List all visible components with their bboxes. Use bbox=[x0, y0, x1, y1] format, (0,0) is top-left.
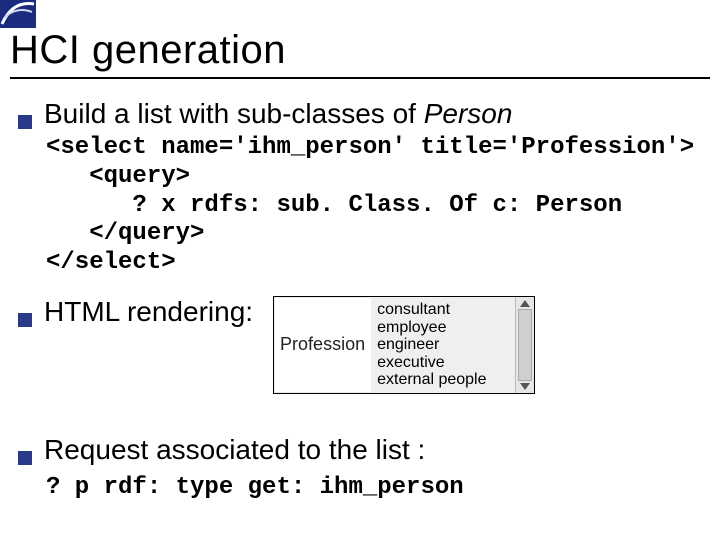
slide-body: Build a list with sub-classes of Person … bbox=[18, 90, 702, 501]
scroll-up-icon[interactable] bbox=[520, 300, 530, 307]
logo-icon bbox=[0, 0, 36, 28]
scroll-down-icon[interactable] bbox=[520, 383, 530, 390]
bullet-1-text: Build a list with sub-classes of Person bbox=[44, 98, 512, 130]
slide-title: HCI generation bbox=[10, 28, 286, 72]
bullet-1-italic: Person bbox=[424, 98, 513, 129]
bullet-icon bbox=[18, 115, 32, 129]
widget-list[interactable]: consultant employee engineer executive e… bbox=[371, 297, 515, 393]
slide: HCI generation Build a list with sub-cla… bbox=[0, 0, 720, 540]
widget-label: Profession bbox=[274, 297, 371, 393]
widget-listwrap: consultant employee engineer executive e… bbox=[371, 297, 534, 393]
bullet-2: HTML rendering: bbox=[18, 296, 253, 328]
bullet-1: Build a list with sub-classes of Person bbox=[18, 98, 702, 130]
bullet-icon bbox=[18, 451, 32, 465]
list-item[interactable]: consultant bbox=[377, 301, 507, 319]
list-item[interactable]: employee bbox=[377, 319, 507, 337]
bullet-1-prefix: Build a list with sub-classes of bbox=[44, 98, 424, 129]
bullet-icon bbox=[18, 313, 32, 327]
bullet-3: Request associated to the list : bbox=[18, 434, 702, 466]
list-item[interactable]: engineer bbox=[377, 336, 507, 354]
bullet-2-row: HTML rendering: Profession consultant em… bbox=[18, 296, 702, 394]
scrollbar[interactable] bbox=[515, 297, 534, 393]
scroll-thumb[interactable] bbox=[518, 309, 532, 381]
list-item[interactable]: executive bbox=[377, 354, 507, 372]
code-block-2: ? p rdf: type get: ihm_person bbox=[46, 474, 702, 501]
list-item[interactable]: external people bbox=[377, 371, 507, 389]
code-block-1: <select name='ihm_person' title='Profess… bbox=[46, 134, 702, 278]
bullet-3-text: Request associated to the list : bbox=[44, 434, 425, 466]
bullet-2-text: HTML rendering: bbox=[44, 296, 253, 328]
rendered-select-widget: Profession consultant employee engineer … bbox=[273, 296, 535, 394]
title-bar: HCI generation bbox=[10, 28, 710, 79]
